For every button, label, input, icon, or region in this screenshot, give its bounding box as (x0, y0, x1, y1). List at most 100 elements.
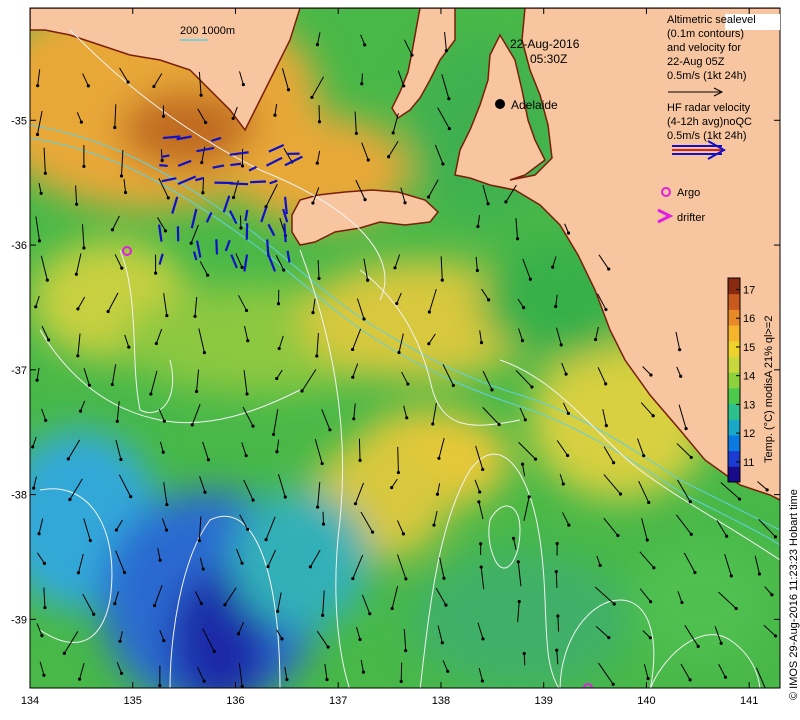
altimetry-arrow-head (190, 423, 194, 427)
altimetry-arrow-head (161, 114, 166, 118)
altimetry-arrow-head (273, 113, 277, 117)
altimetry-arrow (322, 511, 325, 525)
altimetry-arrow-head (490, 388, 494, 392)
colorbar-tick-label: 13 (743, 399, 755, 411)
altimetry-arrow-head (351, 576, 355, 581)
x-tick-label: 137 (329, 695, 347, 707)
altimetry-arrow-head (432, 523, 436, 527)
altimetry-arrow-head (276, 302, 281, 306)
adelaide-label: Adelaide (511, 98, 558, 112)
hf-radar-arrow (229, 182, 249, 186)
altimetry-arrow-head (522, 306, 526, 310)
altimetry-arrow-head (651, 414, 655, 418)
legend-hf-line-3: 0.5m/s (1kt 24h) (667, 130, 746, 142)
altimetry-arrow-head (119, 671, 124, 675)
colorbar-tick-label: 12 (743, 428, 755, 440)
altimetry-arrow-head (397, 350, 401, 355)
copyright-footer: © IMOS 29-Aug-2016 11:23:23 Hobart time (788, 489, 800, 700)
altimetry-arrow-head (35, 132, 40, 137)
colorbar-segment (728, 450, 740, 467)
altimetry-arrow-head (604, 424, 608, 428)
altimetry-arrow-head (160, 158, 164, 163)
altimetry-arrow-head (264, 538, 268, 542)
altimetry-arrow-head (410, 53, 414, 57)
altimetry-arrow-head (358, 458, 362, 462)
altimetry-arrow-head (200, 160, 204, 165)
altimetry-arrow-head (231, 116, 235, 121)
altimetry-arrow-head (129, 495, 133, 499)
altimetry-arrow-head (396, 470, 401, 475)
altimetry-arrow-head (37, 532, 41, 536)
altimetry-arrow-head (35, 378, 39, 382)
altimetry-arrow-head (197, 538, 202, 543)
colorbar-segment (728, 278, 740, 295)
legend-hf-line-2: (4-12h avg)noQC (667, 116, 752, 128)
altimetry-arrow-head (528, 277, 532, 281)
altimetry-arrow-head (240, 265, 244, 269)
altimetry-arrow-head (152, 84, 156, 89)
altimetry-arrow-head (447, 97, 451, 101)
altimetry-arrow-head (321, 613, 325, 617)
altimetry-arrow-head (113, 125, 117, 130)
altimetry-arrow-head (161, 450, 165, 454)
altimetry-arrow-head (551, 265, 555, 269)
altimetry-arrow-head (300, 389, 304, 393)
altimetry-arrow-head (358, 637, 362, 642)
hf-radar-arrow (230, 162, 242, 167)
altimetry-arrow-head (244, 308, 249, 313)
altimetry-arrow-head (163, 229, 168, 233)
altimetry-arrow-head (757, 572, 762, 576)
altimetry-arrow-head (530, 385, 534, 389)
altimetry-arrow-head (566, 453, 570, 458)
altimetry-arrow-head (126, 80, 130, 84)
y-tick-label: -38 (11, 490, 27, 502)
altimetry-arrow-head (618, 492, 623, 496)
x-tick-label: 136 (226, 695, 244, 707)
altimetry-arrow-head (437, 456, 441, 460)
altimetry-arrow-head (351, 375, 355, 379)
altimetry-arrow-head (162, 639, 166, 643)
hf-radar-arrow (215, 239, 219, 255)
altimetry-arrow-head (612, 461, 616, 465)
altimetry-arrow-head (158, 683, 162, 688)
altimetry-arrow-head (32, 486, 36, 490)
altimetry-arrow-head (370, 530, 375, 534)
x-tick-label: 139 (535, 695, 553, 707)
colorbar-segment (728, 387, 740, 405)
legend-drifter-label: drifter (677, 212, 705, 224)
altimetry-arrow-head (308, 565, 313, 569)
altimetry-arrow-head (678, 348, 682, 352)
altimetry-arrow-head (43, 606, 47, 610)
altimetry-arrow-head (679, 374, 683, 378)
altimetry-arrow-head (399, 679, 403, 684)
altimetry-arrow-head (40, 633, 44, 638)
altimetry-arrow-head (649, 600, 653, 604)
altimetry-arrow-head (363, 198, 367, 202)
altimetry-arrow-head (123, 190, 128, 195)
altimetry-arrow-head (642, 454, 646, 458)
altimetry-arrow-head (555, 541, 559, 546)
altimetry-arrow-head (316, 505, 320, 509)
altimetry-arrow-head (517, 599, 521, 604)
altimetry-arrow-head (241, 83, 245, 87)
altimetry-arrow-head (244, 454, 248, 458)
altimetry-arrow-head (204, 120, 208, 125)
altimetry-arrow-head (652, 566, 656, 570)
altimetry-arrow-head (556, 614, 560, 618)
y-tick-label: -35 (11, 115, 27, 127)
altimetry-arrow-head (122, 570, 127, 575)
altimetry-arrow-head (391, 131, 395, 135)
altimetry-arrow-head (45, 278, 49, 282)
altimetry-arrow-head (240, 561, 244, 565)
altimetry-arrow-head (202, 679, 206, 683)
altimetry-arrow-head (476, 224, 480, 229)
altimetry-arrow-head (34, 305, 38, 309)
altimetry-arrow-head (477, 500, 481, 504)
altimetry-arrow-head (689, 532, 693, 536)
altimetry-arrow-head (555, 648, 559, 652)
altimetry-arrow-head (31, 445, 35, 449)
map-date: 22-Aug-2016 (510, 37, 580, 51)
hf-radar-arrow (250, 180, 266, 184)
y-tick-label: -37 (11, 365, 27, 377)
altimetry-arrow-head (598, 563, 602, 567)
